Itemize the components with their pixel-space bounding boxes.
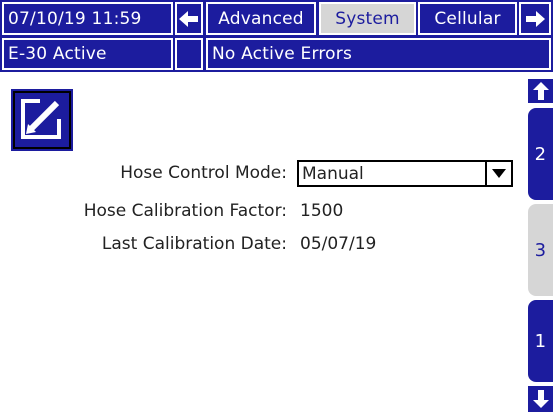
calibration-date-value: 05/07/19 bbox=[300, 234, 377, 254]
tab-cellular-label: Cellular bbox=[434, 8, 501, 29]
tab-system-label: System bbox=[335, 8, 400, 29]
page-1-button[interactable]: 1 bbox=[528, 300, 553, 382]
arrow-up-icon bbox=[532, 82, 549, 100]
tab-prev-button[interactable] bbox=[175, 2, 203, 35]
tab-advanced[interactable]: Advanced bbox=[206, 2, 316, 35]
tab-cellular[interactable]: Cellular bbox=[418, 2, 517, 35]
calibration-date-label: Last Calibration Date: bbox=[101, 234, 287, 254]
chevron-down-icon bbox=[492, 169, 506, 178]
tab-next-button[interactable] bbox=[519, 2, 551, 35]
page-2-button[interactable]: 2 bbox=[528, 108, 553, 200]
page-down-button[interactable] bbox=[528, 386, 553, 412]
datetime-display: 07/10/19 11:59 bbox=[2, 2, 173, 35]
arrow-left-icon bbox=[179, 10, 198, 27]
dropdown-button[interactable] bbox=[485, 162, 511, 185]
tab-system[interactable]: System bbox=[319, 2, 416, 35]
edit-button[interactable] bbox=[11, 89, 73, 151]
page-3-label: 3 bbox=[534, 239, 547, 261]
status-indicator bbox=[175, 38, 203, 70]
calibration-factor-label: Hose Calibration Factor: bbox=[83, 201, 287, 221]
tab-advanced-label: Advanced bbox=[218, 8, 304, 29]
datetime-text: 07/10/19 11:59 bbox=[8, 8, 142, 29]
page-3-button[interactable]: 3 bbox=[528, 204, 553, 296]
page-1-label: 1 bbox=[534, 330, 547, 352]
page-up-button[interactable] bbox=[528, 79, 553, 103]
control-mode-select[interactable]: Manual bbox=[297, 160, 513, 187]
control-mode-label: Hose Control Mode: bbox=[120, 163, 287, 183]
edit-pencil-icon bbox=[21, 99, 61, 139]
calibration-factor-value: 1500 bbox=[300, 201, 344, 221]
mode-status: E-30 Active bbox=[2, 38, 173, 70]
arrow-down-icon bbox=[532, 390, 549, 408]
error-status: No Active Errors bbox=[206, 38, 551, 70]
arrow-right-icon bbox=[526, 10, 545, 27]
page-2-label: 2 bbox=[534, 143, 547, 165]
error-status-text: No Active Errors bbox=[212, 44, 353, 64]
mode-status-text: E-30 Active bbox=[8, 44, 107, 64]
control-mode-value: Manual bbox=[302, 163, 364, 184]
